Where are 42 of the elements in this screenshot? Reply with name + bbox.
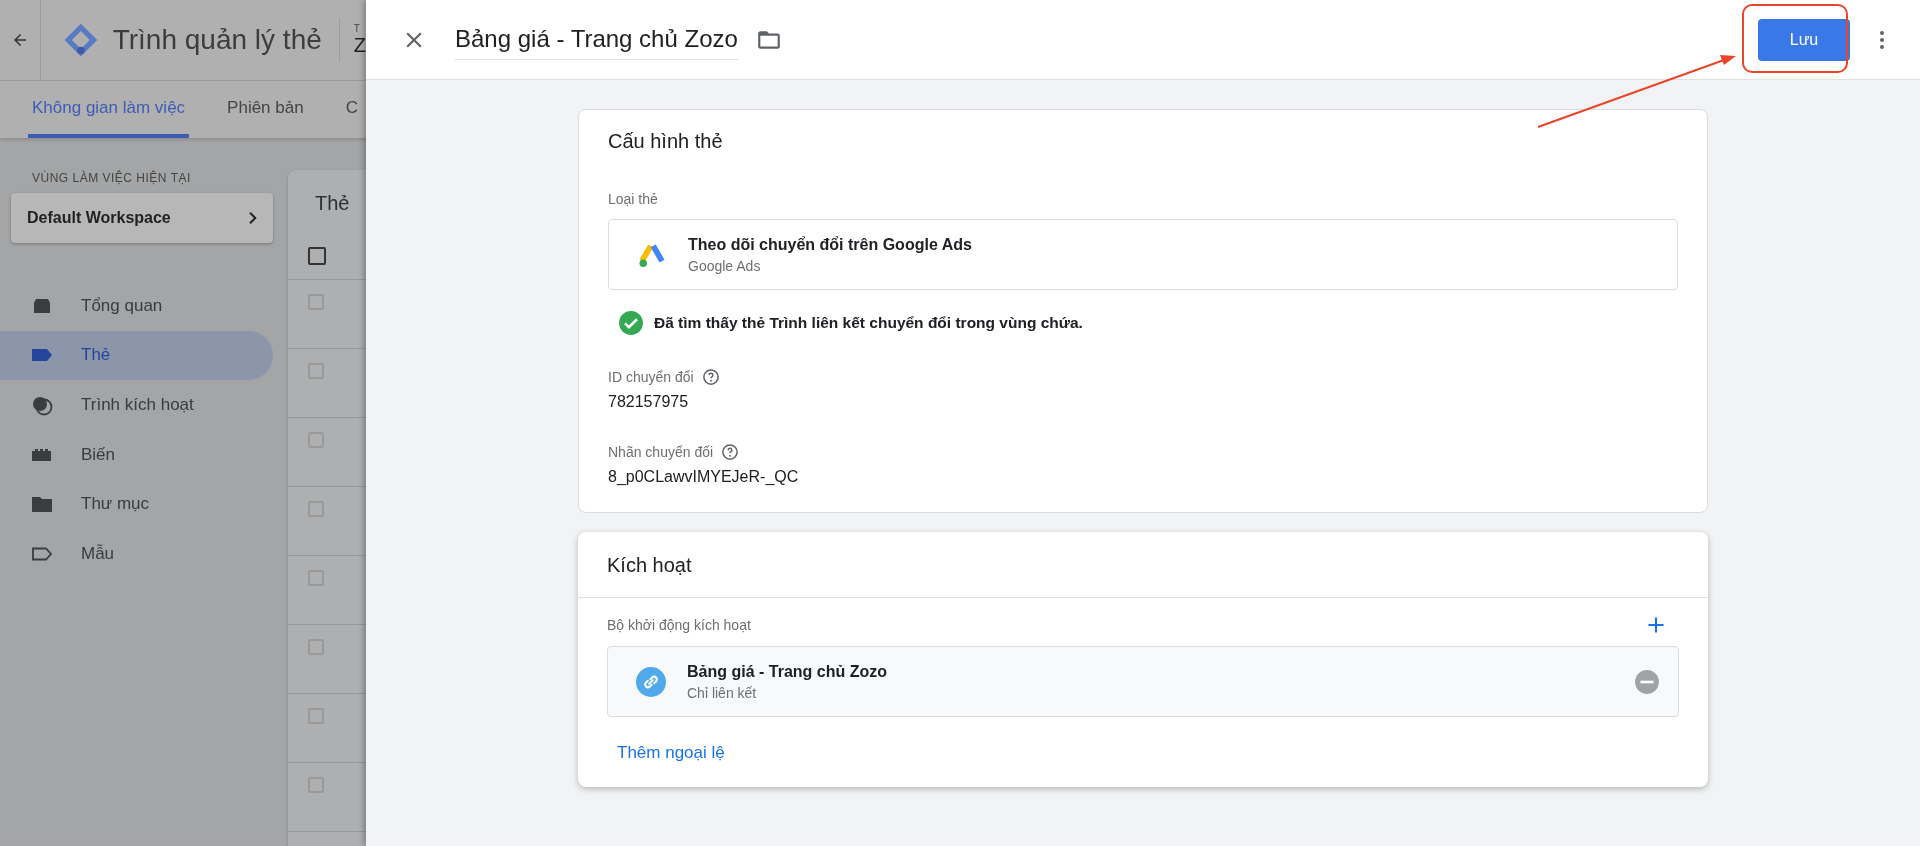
save-button[interactable]: Lưu	[1758, 18, 1850, 61]
trigger-name: Bảng giá - Trang chủ Zozo	[687, 662, 888, 681]
section-label: Bộ khởi động kích hoạt	[607, 617, 751, 633]
remove-circle-icon[interactable]	[1634, 668, 1660, 695]
trigger-row[interactable]: Bảng giá - Trang chủ Zozo Chỉ liên kết	[607, 646, 1679, 717]
field-label: Nhãn chuyển đổi	[608, 444, 714, 460]
workspace-selector[interactable]: Default Workspace	[11, 193, 273, 243]
workspace-caption: VÙNG LÀM VIỆC HIỆN TẠI	[32, 171, 192, 185]
nav-tab[interactable]: Không gian làm việc	[28, 81, 190, 138]
select-all-checkbox[interactable]	[308, 246, 326, 265]
help-icon	[701, 368, 720, 386]
trigger-type: Chỉ liên kết	[687, 684, 758, 701]
field-value: 8_p0CLawvIMYEJeR-_QC	[608, 468, 800, 486]
linker-found-message: Đã tìm thấy thẻ Trình liên kết chuyển đổi trong vùng chứa.	[654, 314, 1083, 332]
nav-tab[interactable]: Phiên bản	[223, 81, 308, 138]
help-icon	[721, 443, 740, 461]
more-vertical-icon	[1880, 30, 1884, 49]
sidebar-item[interactable]: Thư mục	[0, 479, 273, 529]
sidebar-item[interactable]: Tổng quan	[0, 281, 273, 331]
tag-name-field[interactable]: Bảng giá - Trang chủ Zozo	[455, 19, 738, 60]
table-title: Thẻ	[314, 191, 351, 216]
field-value: 782157975	[608, 393, 690, 411]
check-circle-icon	[618, 310, 644, 336]
field-label: Loại thẻ	[608, 191, 659, 207]
field-label: ID chuyển đổi	[608, 369, 694, 385]
container-caption: T	[353, 23, 361, 34]
tag-type-vendor: Google Ads	[688, 257, 762, 274]
sidebar-item[interactable]: Biến	[0, 429, 273, 480]
sidebar-item[interactable]: Trình kích hoạt	[0, 380, 273, 430]
container-name[interactable]: Z	[353, 34, 366, 57]
app-title: Trình quản lý thẻ	[112, 24, 322, 56]
add-exception-link[interactable]: Thêm ngoại lệ	[617, 743, 725, 763]
sidebar-item[interactable]: Thẻ	[0, 330, 273, 381]
sidebar-item[interactable]: Mẫu	[0, 528, 273, 579]
chevron-right-icon	[249, 212, 257, 224]
tag-type-name: Theo dõi chuyển đổi trên Google Ads	[688, 235, 972, 254]
more-button[interactable]	[1880, 30, 1884, 49]
card-title: Cấu hình thẻ	[608, 130, 724, 153]
link-icon	[636, 666, 666, 697]
tag-type-selector[interactable]: Theo dõi chuyển đổi trên Google Ads Google Ads	[608, 219, 1678, 290]
card-title: Kích hoạt	[607, 554, 693, 577]
nav-tab[interactable]: C	[341, 81, 362, 138]
